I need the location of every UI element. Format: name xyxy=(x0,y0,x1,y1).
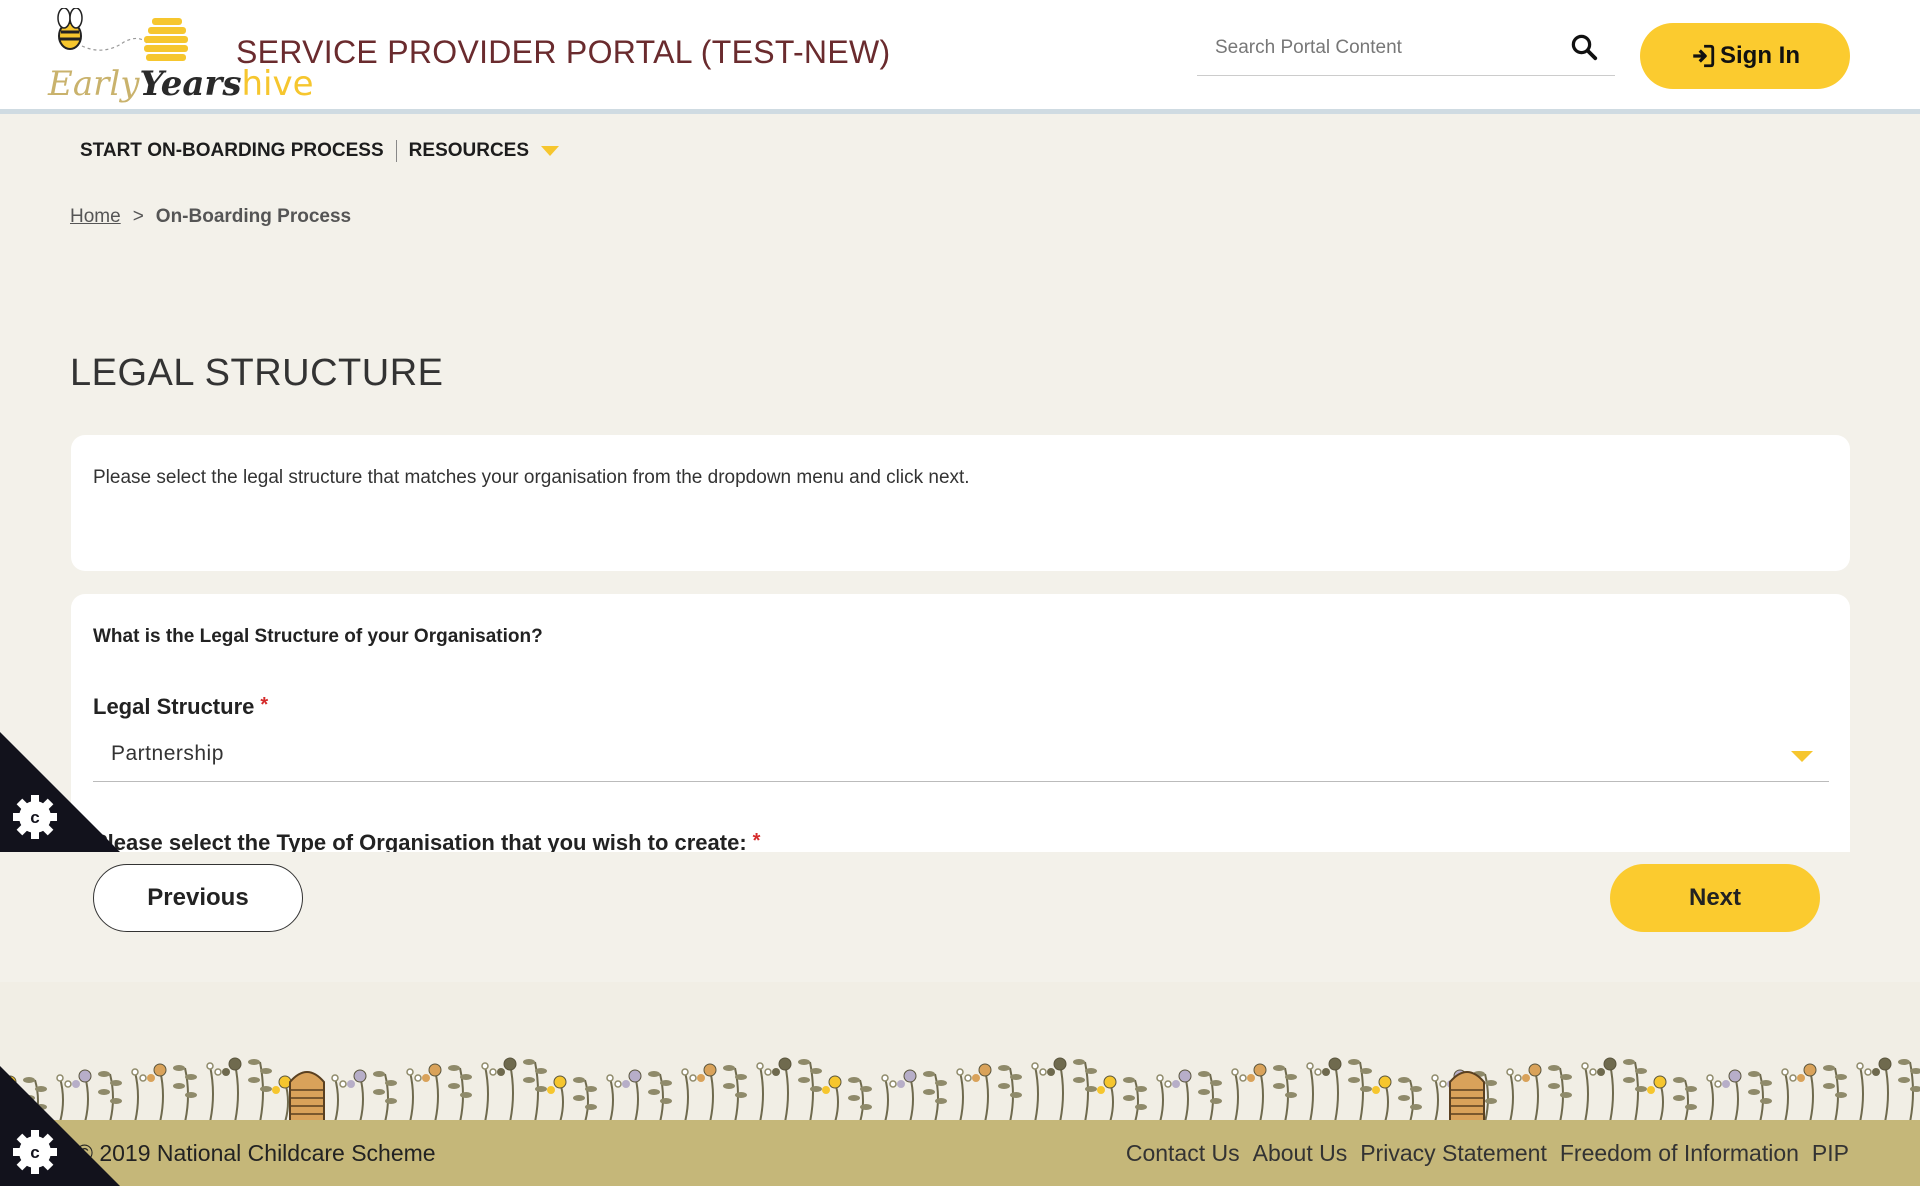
breadcrumb-current: On-Boarding Process xyxy=(155,206,352,227)
search-input[interactable] xyxy=(1197,24,1557,72)
next-button[interactable]: Next xyxy=(1610,864,1820,932)
intro-card: Please select the legal structure that m… xyxy=(71,435,1850,571)
nav-divider xyxy=(395,140,397,162)
footer-link-about[interactable]: About Us xyxy=(1253,1140,1348,1167)
sign-in-icon xyxy=(1693,44,1715,68)
site-footer: © 2019 National Childcare Scheme Contact… xyxy=(0,1120,1920,1186)
search-icon[interactable] xyxy=(1569,32,1599,62)
organisation-type-label-text: Please select the Type of Organisation t… xyxy=(93,830,747,852)
main-nav: START ON-BOARDING PROCESS RESOURCES xyxy=(70,140,569,162)
logo-word-early: Early xyxy=(48,64,140,104)
flower-border-illustration xyxy=(0,1057,1920,1120)
page-title: LEGAL STRUCTURE xyxy=(70,352,444,394)
footer-link-foi[interactable]: Freedom of Information xyxy=(1560,1140,1799,1167)
required-marker: * xyxy=(260,694,269,716)
chevron-down-icon xyxy=(541,146,560,156)
early-years-hive-logo[interactable]: EarlyYearshive xyxy=(44,7,314,104)
logo-word-years: Years xyxy=(139,64,242,104)
organisation-type-label: Please select the Type of Organisation t… xyxy=(93,830,760,852)
nav-item-start-onboarding[interactable]: START ON-BOARDING PROCESS xyxy=(70,140,394,162)
footer-link-privacy[interactable]: Privacy Statement xyxy=(1360,1140,1547,1167)
svg-text:c: c xyxy=(30,808,39,827)
nav-item-label: RESOURCES xyxy=(408,140,530,161)
breadcrumb-separator: > xyxy=(132,206,144,227)
legal-structure-label: Legal Structure * xyxy=(93,694,268,720)
intro-text: Please select the legal structure that m… xyxy=(93,467,970,488)
cookie-settings-icon[interactable]: c xyxy=(0,732,120,852)
footer-link-pip[interactable]: PIP xyxy=(1812,1140,1849,1167)
sign-in-button[interactable]: Sign In xyxy=(1640,23,1850,89)
footer-link-contact[interactable]: Contact Us xyxy=(1126,1140,1240,1167)
search-box xyxy=(1197,24,1615,76)
breadcrumb: Home > On-Boarding Process xyxy=(70,206,351,228)
legal-structure-question: What is the Legal Structure of your Orga… xyxy=(93,626,543,647)
select-value: Partnership xyxy=(111,742,224,765)
field-label-text: Legal Structure xyxy=(93,694,255,719)
footer-decoration xyxy=(0,982,1920,1120)
nav-item-resources[interactable]: RESOURCES xyxy=(399,140,569,162)
required-marker: * xyxy=(752,830,761,852)
svg-text:c: c xyxy=(30,1143,39,1162)
previous-button[interactable]: Previous xyxy=(93,864,303,932)
legal-structure-select[interactable]: Partnership xyxy=(93,726,1829,782)
cookie-settings-icon[interactable]: c xyxy=(0,1066,120,1186)
sign-in-label: Sign In xyxy=(1720,42,1800,69)
chevron-down-icon xyxy=(1791,751,1813,762)
copyright-text: © 2019 National Childcare Scheme xyxy=(76,1140,436,1166)
footer-links: Contact Us About Us Privacy Statement Fr… xyxy=(1126,1140,1849,1167)
portal-title: SERVICE PROVIDER PORTAL (TEST-NEW) xyxy=(236,34,891,70)
form-card: What is the Legal Structure of your Orga… xyxy=(71,594,1850,852)
breadcrumb-home-link[interactable]: Home xyxy=(70,206,121,228)
nav-item-label: START ON-BOARDING PROCESS xyxy=(80,140,384,161)
site-header: EarlyYearshive SERVICE PROVIDER PORTAL (… xyxy=(0,0,1920,114)
